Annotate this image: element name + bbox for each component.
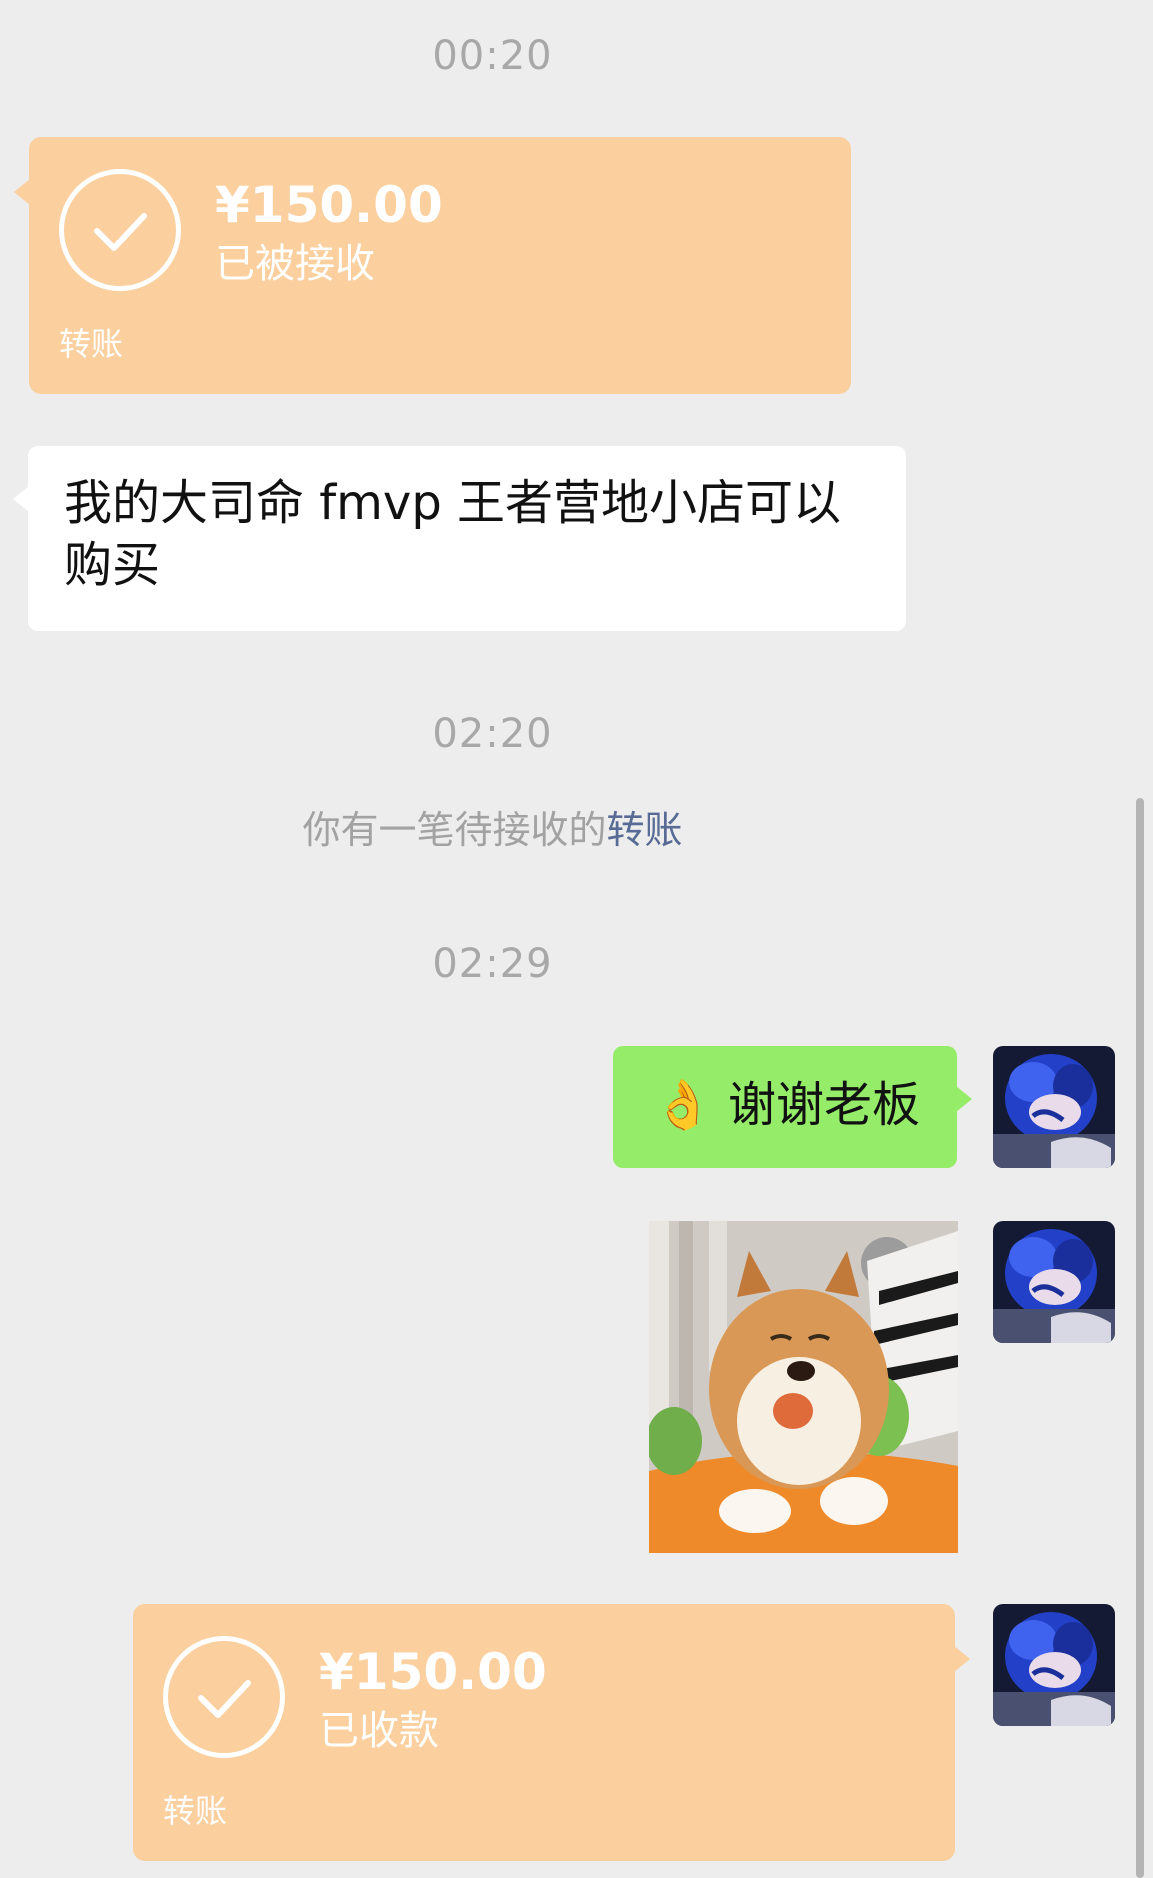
message-line: 购买: [64, 537, 161, 593]
bubble-tail: [13, 486, 29, 512]
transfer-label: 转账: [163, 1792, 228, 1830]
shiba-dog-sticker[interactable]: [649, 1221, 958, 1553]
outgoing-message-bubble[interactable]: 👌 谢谢老板: [613, 1046, 972, 1168]
timestamp: 02:20: [432, 711, 553, 757]
checkmark-icon: [163, 1636, 285, 1758]
ok-hand-emoji-icon: 👌: [653, 1077, 713, 1133]
incoming-message-bubble[interactable]: 我的大司命 fmvp 王者营地小店可以 购买: [13, 446, 906, 631]
transfer-amount: ¥150.00: [319, 1643, 547, 1701]
transfer-label: 转账: [59, 325, 124, 363]
system-notice-text: 你有一笔待接收的: [302, 808, 607, 852]
system-notice: 你有一笔待接收的转账: [0, 806, 985, 854]
incoming-transfer-card[interactable]: ¥150.00 已被接收 转账: [14, 137, 851, 394]
scrollbar[interactable]: [1136, 798, 1144, 1878]
shiba-dog-sticker-image: [649, 1221, 958, 1553]
message-text: 👌 谢谢老板: [653, 1074, 921, 1136]
transfer-status: 已被接收: [215, 241, 375, 287]
checkmark-icon: [59, 169, 181, 291]
message-body: 谢谢老板: [728, 1077, 921, 1133]
timestamp: 00:20: [432, 33, 553, 79]
bubble-tail: [954, 1646, 970, 1672]
transfer-link[interactable]: 转账: [607, 808, 683, 852]
anime-avatar-icon: [993, 1604, 1115, 1726]
message-line: 我的大司命 fmvp 王者营地小店可以: [64, 475, 842, 531]
timestamp: 02:29: [432, 941, 553, 987]
outgoing-transfer-card[interactable]: ¥150.00 已收款 转账: [133, 1604, 970, 1861]
bubble-tail: [956, 1086, 972, 1112]
avatar[interactable]: [993, 1604, 1115, 1726]
anime-avatar-icon: [993, 1221, 1115, 1343]
bubble-tail: [14, 179, 30, 205]
avatar[interactable]: [993, 1221, 1115, 1343]
avatar[interactable]: [993, 1046, 1115, 1168]
transfer-amount: ¥150.00: [215, 176, 443, 234]
anime-avatar-icon: [993, 1046, 1115, 1168]
transfer-status: 已收款: [319, 1708, 439, 1754]
